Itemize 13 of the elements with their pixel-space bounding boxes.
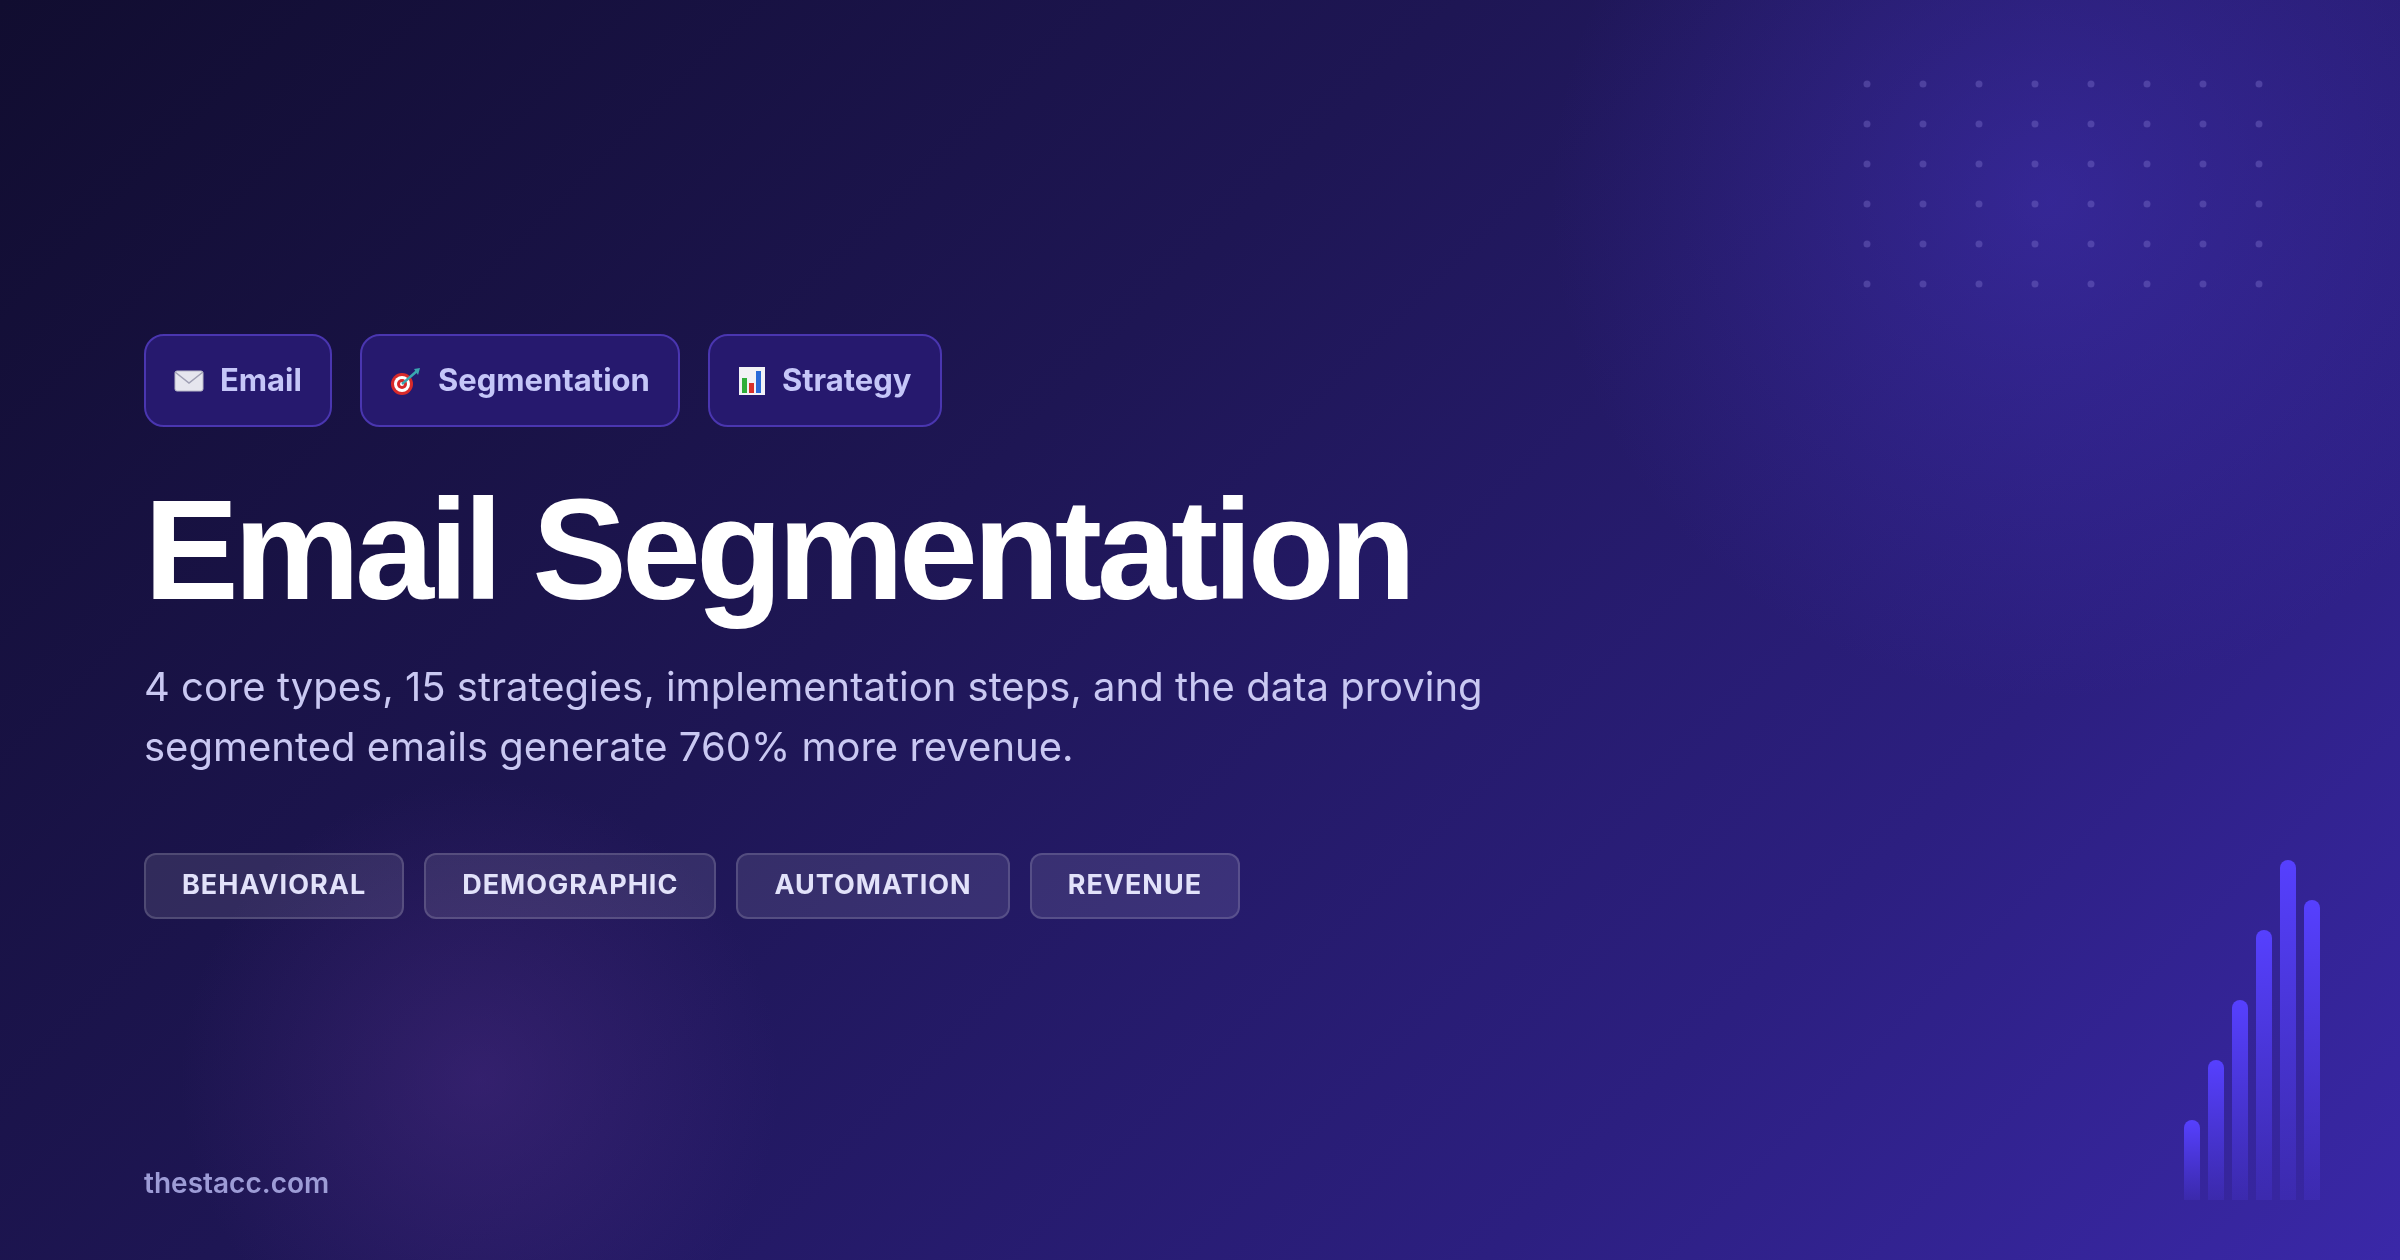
badge-label: Email bbox=[220, 360, 302, 401]
subtitle: 4 core types, 15 strategies, implementation steps, and the data proving segmented emails generate 760% more revenue. bbox=[144, 660, 1484, 773]
badge-label: Segmentation bbox=[437, 360, 650, 401]
topic-tag: REVENUE bbox=[1029, 852, 1241, 919]
target-dart-icon bbox=[389, 365, 422, 396]
topic-tag: BEHAVIORAL bbox=[144, 852, 405, 919]
envelope-icon bbox=[174, 369, 204, 392]
topic-tag: DEMOGRAPHIC bbox=[424, 852, 717, 919]
bar-chart-icon bbox=[737, 365, 766, 396]
site-url: thestacc.com bbox=[144, 1165, 330, 1202]
headline: Email Segmentation bbox=[144, 469, 1413, 631]
topic-tag: AUTOMATION bbox=[736, 852, 1010, 919]
badge-label: Strategy bbox=[781, 360, 912, 401]
